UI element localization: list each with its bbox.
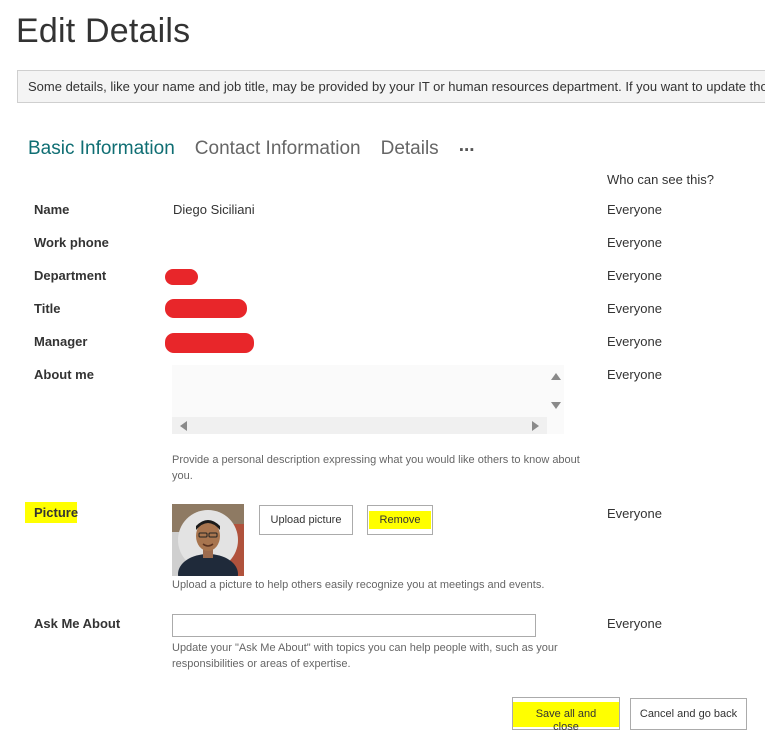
info-bar: Some details, like your name and job tit…	[17, 70, 765, 103]
ask-me-about-label: Ask Me About	[34, 616, 121, 631]
remove-picture-label: Remove	[368, 511, 432, 529]
visibility-header: Who can see this?	[607, 172, 714, 187]
scroll-down-icon[interactable]	[551, 402, 561, 409]
picture-help-text: Upload a picture to help others easily r…	[172, 579, 545, 591]
cancel-and-go-back-label: Cancel and go back	[639, 708, 738, 720]
ask-me-about-input[interactable]	[172, 614, 536, 637]
title-value-redacted	[165, 299, 247, 318]
scroll-up-icon[interactable]	[551, 373, 561, 380]
about-me-label: About me	[34, 367, 94, 382]
department-label: Department	[34, 268, 107, 283]
department-value-redacted	[165, 269, 198, 285]
ask-me-about-help-text: Update your "Ask Me About" with topics y…	[172, 642, 558, 670]
title-visibility[interactable]: Everyone	[607, 301, 662, 316]
tab-details[interactable]: Details	[381, 138, 439, 160]
name-visibility[interactable]: Everyone	[607, 202, 662, 217]
about-me-textbox[interactable]	[172, 365, 564, 434]
cancel-and-go-back-button[interactable]: Cancel and go back	[630, 698, 747, 730]
name-value: Diego Siciliani	[173, 202, 255, 217]
tab-contact-information[interactable]: Contact Information	[195, 138, 361, 160]
manager-value-redacted	[165, 333, 254, 353]
tab-basic-information[interactable]: Basic Information	[28, 138, 175, 160]
name-label: Name	[34, 202, 70, 217]
picture-label: Picture	[25, 502, 78, 523]
upload-picture-label: Upload picture	[270, 514, 342, 526]
horizontal-scrollbar[interactable]	[172, 417, 547, 434]
about-me-visibility[interactable]: Everyone	[607, 367, 662, 382]
about-me-help-text: Provide a personal description expressin…	[172, 454, 580, 482]
vertical-scrollbar[interactable]	[547, 365, 564, 417]
scroll-left-icon[interactable]	[180, 421, 187, 431]
save-all-and-close-label: Save all and close	[513, 702, 619, 733]
title-label: Title	[34, 301, 61, 316]
tab-bar: Basic Information Contact Information De…	[28, 135, 475, 164]
manager-label: Manager	[34, 334, 88, 349]
work-phone-visibility[interactable]: Everyone	[607, 235, 662, 250]
department-visibility[interactable]: Everyone	[607, 268, 662, 283]
work-phone-label: Work phone	[34, 235, 109, 250]
profile-avatar	[172, 504, 244, 576]
scroll-right-icon[interactable]	[532, 421, 539, 431]
upload-picture-button[interactable]: Upload picture	[259, 505, 353, 535]
picture-visibility[interactable]: Everyone	[607, 506, 662, 521]
remove-picture-button[interactable]: Remove	[367, 505, 433, 535]
page-title: Edit Details	[16, 12, 191, 50]
avatar-photo	[172, 504, 244, 576]
manager-visibility[interactable]: Everyone	[607, 334, 662, 349]
more-tabs-button[interactable]: ...	[459, 135, 475, 157]
save-all-and-close-button[interactable]: Save all and close	[512, 697, 620, 733]
ask-me-about-visibility[interactable]: Everyone	[607, 616, 662, 631]
